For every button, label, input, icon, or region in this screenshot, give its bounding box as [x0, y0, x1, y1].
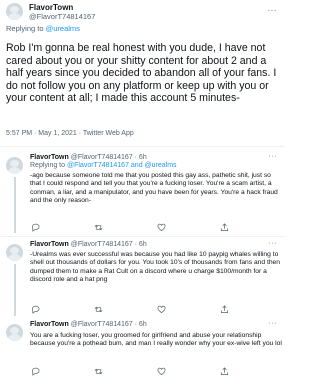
- divider: [0, 146, 285, 147]
- reply-author-name[interactable]: FlavorTown: [30, 321, 69, 328]
- mention-link[interactable]: @FlavorT74814167 and @urealms: [67, 162, 177, 169]
- thread-line: [14, 264, 16, 316]
- like-icon[interactable]: [157, 304, 167, 314]
- more-options-icon[interactable]: ···: [268, 6, 278, 15]
- reply-header: FlavorTown @FlavorT74814167 · 6h: [30, 241, 147, 248]
- tweet-text: Rob I'm gonna be real honest with you du…: [6, 42, 277, 105]
- tweet-timestamp[interactable]: 5:57 PM · May 1, 2021 · Twitter Web App: [6, 130, 134, 137]
- reply-author-handle[interactable]: @FlavorT74814167: [71, 321, 133, 328]
- more-options-icon[interactable]: ···: [269, 320, 278, 327]
- replying-to: Replying to @FlavorT74814167 and @urealm…: [30, 162, 177, 169]
- more-options-icon[interactable]: ···: [269, 153, 278, 160]
- more-options-icon[interactable]: ···: [269, 240, 278, 247]
- reply-author-name[interactable]: FlavorTown: [30, 241, 69, 248]
- reply-tweet-3[interactable]: FlavorTown @FlavorT74814167 · 6h ··· You…: [0, 316, 285, 384]
- share-icon[interactable]: [220, 304, 230, 314]
- share-icon[interactable]: [220, 366, 230, 376]
- action-bar: [30, 222, 230, 232]
- thread-line: [14, 177, 16, 233]
- reply-text: -Urealms was ever successful was because…: [30, 251, 280, 284]
- reply-tweet-2[interactable]: FlavorTown @FlavorT74814167 · 6h ··· -Ur…: [0, 236, 285, 316]
- reply-icon[interactable]: [30, 366, 40, 376]
- tweet-header: FlavorTown @FlavorT74814167: [6, 3, 95, 21]
- retweet-icon[interactable]: [93, 366, 103, 376]
- author-name[interactable]: FlavorTown: [29, 3, 95, 12]
- like-icon[interactable]: [157, 222, 167, 232]
- replying-to-label: Replying to: [30, 162, 66, 169]
- reply-header: FlavorTown @FlavorT74814167 · 6h: [30, 321, 147, 328]
- reply-icon[interactable]: [30, 304, 40, 314]
- retweet-icon[interactable]: [93, 304, 103, 314]
- share-icon[interactable]: [220, 222, 230, 232]
- reply-time[interactable]: · 6h: [135, 154, 147, 161]
- reply-time[interactable]: · 6h: [135, 241, 147, 248]
- reply-avatar[interactable]: [6, 157, 23, 174]
- reply-author-handle[interactable]: @FlavorT74814167: [71, 241, 133, 248]
- reply-time[interactable]: · 6h: [135, 321, 147, 328]
- reply-text: You are a fucking loser, you groomed for…: [30, 332, 282, 348]
- reply-avatar[interactable]: [6, 244, 23, 261]
- reply-text: -ago because someone told me that you po…: [30, 172, 278, 205]
- like-icon[interactable]: [157, 366, 167, 376]
- reply-author-name[interactable]: FlavorTown: [30, 154, 69, 161]
- reply-icon[interactable]: [30, 222, 40, 232]
- action-bar: [30, 304, 230, 314]
- author-handle[interactable]: @FlavorT74814167: [29, 12, 95, 21]
- action-bar: [30, 366, 230, 376]
- author-names: FlavorTown @FlavorT74814167: [29, 3, 95, 21]
- retweet-icon[interactable]: [93, 222, 103, 232]
- avatar[interactable]: [6, 3, 23, 20]
- mention-link[interactable]: @urealms: [46, 24, 80, 33]
- reply-avatar[interactable]: [6, 324, 23, 341]
- reply-author-handle[interactable]: @FlavorT74814167: [71, 154, 133, 161]
- replying-to: Replying to @urealms: [6, 24, 80, 33]
- reply-header: FlavorTown @FlavorT74814167 · 6h: [30, 154, 147, 161]
- reply-tweet-1[interactable]: FlavorTown @FlavorT74814167 · 6h ··· Rep…: [0, 149, 285, 233]
- replying-to-label: Replying to: [6, 24, 44, 33]
